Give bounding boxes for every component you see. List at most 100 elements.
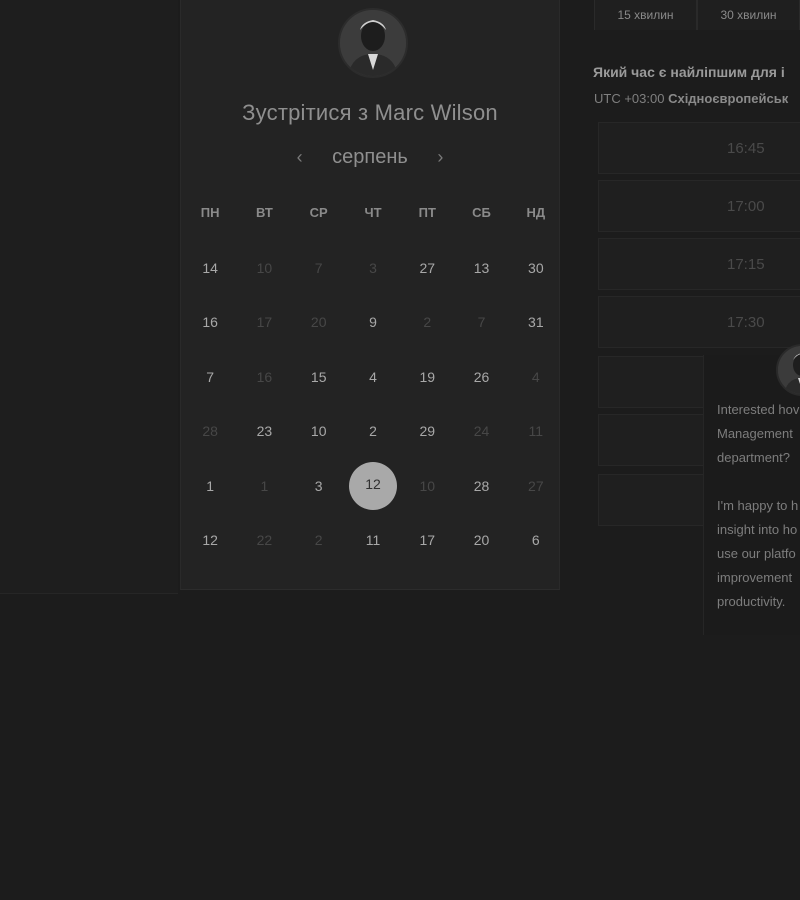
calendar-day[interactable]: 23 <box>237 408 291 454</box>
calendar-day[interactable]: 15 <box>292 354 346 400</box>
calendar-day-number: 13 <box>473 260 490 276</box>
calendar-day-selected[interactable]: 12 <box>346 463 400 509</box>
time-slot-button[interactable]: 17:15 <box>598 238 800 290</box>
calendar-day-number: 17 <box>419 531 436 548</box>
weekday-label: СБ <box>472 205 491 220</box>
weekday-label: ЧТ <box>364 205 382 220</box>
weekday-label: ВТ <box>256 205 273 220</box>
calendar-day-number: 12 <box>202 531 218 548</box>
calendar-day-number: 27 <box>528 477 544 494</box>
calendar-day[interactable]: 3 <box>292 463 346 509</box>
calendar-day-number: 28 <box>473 477 490 494</box>
person-icon <box>778 346 800 394</box>
chat-line: use our platfo <box>717 546 796 561</box>
calendar-day[interactable]: 10 <box>292 408 346 454</box>
calendar-day[interactable]: 1 <box>183 463 237 509</box>
time-slot-label: 17:00 <box>727 197 765 215</box>
calendar-day: 20 <box>292 299 346 345</box>
calendar-day-number: 6 <box>531 531 540 548</box>
month-label: серпень <box>332 146 408 168</box>
calendar-day-number: 30 <box>528 260 544 276</box>
chat-message-text: Interested hov Management department? I'm h… <box>717 398 800 614</box>
timezone-name: Східноєвропейськ <box>668 91 789 106</box>
calendar-day[interactable]: 11 <box>346 517 400 563</box>
weekday-label: НД <box>526 205 546 220</box>
time-slot-label: 16:45 <box>727 139 765 157</box>
time-slot-button[interactable]: 17:30 <box>598 296 800 348</box>
time-question-heading: Який час є найліпшим для і <box>593 64 785 80</box>
calendar-day-number: 3 <box>314 477 323 494</box>
calendar-day[interactable]: 13 <box>454 245 508 291</box>
weekday-label: СР <box>309 205 328 220</box>
calendar-day-number: 15 <box>310 368 327 385</box>
weekday-header: ПН ВТ СР ЧТ ПТ СБ НД <box>183 205 563 220</box>
calendar-day-number: 1 <box>260 477 269 494</box>
duration-option[interactable]: 30 хвилин <box>697 0 800 30</box>
calendar-day-number: 4 <box>369 368 377 385</box>
calendar-day-number: 7 <box>314 260 323 276</box>
chevron-left-icon[interactable]: ‹ <box>287 147 313 168</box>
calendar-day-number: 31 <box>528 314 544 331</box>
chat-line: Interested hov <box>717 402 800 417</box>
chevron-right-icon[interactable]: › <box>427 147 453 168</box>
calendar-day[interactable]: 28 <box>454 463 508 509</box>
calendar-day: 2 <box>400 299 454 345</box>
calendar-day[interactable]: 16 <box>183 299 237 345</box>
weekday-label: ПН <box>200 205 220 220</box>
meeting-title: Зустрітися з Marc Wilson <box>242 100 498 125</box>
calendar-day: 4 <box>509 354 563 400</box>
calendar-day[interactable]: 7 <box>183 354 237 400</box>
calendar-grid: 14 10 7 3 27 13 30 16 17 20 9 2 7 31 7 16 15 4 19 26 4 28 23 10… <box>183 245 563 571</box>
calendar-day-number: 22 <box>256 531 273 548</box>
calendar-day[interactable]: 30 <box>509 245 563 291</box>
timezone-offset: UTC +03:00 <box>594 91 665 106</box>
month-navigation: ‹ серпень › <box>181 146 559 169</box>
calendar-day[interactable]: 12 <box>183 517 237 563</box>
calendar-day[interactable]: 19 <box>400 354 454 400</box>
calendar-day: 7 <box>292 245 346 291</box>
calendar-day-number: 16 <box>202 314 218 331</box>
person-icon <box>340 10 406 76</box>
time-slot-button[interactable]: 16:45 <box>598 122 800 174</box>
time-slot-button[interactable]: 17:00 <box>598 180 800 232</box>
calendar-day-number: 1 <box>206 477 215 494</box>
calendar-day-number: 3 <box>369 260 377 276</box>
calendar-day[interactable]: 27 <box>400 245 454 291</box>
scheduler-panel: Зустрітися з Marc Wilson ‹ серпень › ПН В… <box>180 0 560 590</box>
calendar-day: 3 <box>346 245 400 291</box>
calendar-day-number: 10 <box>256 260 273 276</box>
calendar-day[interactable]: 14 <box>183 245 237 291</box>
calendar-day[interactable]: 26 <box>454 354 508 400</box>
calendar-day: 7 <box>454 299 508 345</box>
calendar-day-number: 2 <box>423 314 432 331</box>
calendar-day-number: 29 <box>419 423 436 440</box>
calendar-day-number: 14 <box>202 260 218 276</box>
calendar-day: 2 <box>292 517 346 563</box>
timezone-label[interactable]: UTC +03:00 Східноєвропейськ <box>594 91 800 106</box>
chat-paragraph-gap <box>717 470 800 494</box>
calendar-day[interactable]: 2 <box>346 408 400 454</box>
chat-line: insight into ho <box>717 522 798 537</box>
calendar-day[interactable]: 6 <box>509 517 563 563</box>
calendar-day-number: 4 <box>531 368 540 385</box>
calendar-day[interactable]: 17 <box>400 517 454 563</box>
chat-line: department? <box>717 450 790 465</box>
calendar-day-number: 24 <box>473 423 490 440</box>
calendar-day[interactable]: 4 <box>346 354 400 400</box>
duration-option[interactable]: 15 хвилин <box>594 0 697 30</box>
calendar-day: 10 <box>400 463 454 509</box>
calendar-day-number: 27 <box>419 260 436 276</box>
calendar-day: 27 <box>509 463 563 509</box>
calendar-day-number: 2 <box>369 423 377 440</box>
calendar-day[interactable]: 31 <box>509 299 563 345</box>
calendar-day: 1 <box>237 463 291 509</box>
calendar-day[interactable]: 9 <box>346 299 400 345</box>
calendar-week-row: 14 10 7 3 27 13 30 <box>183 245 563 299</box>
calendar-day-number: 20 <box>473 531 490 548</box>
calendar-week-row: 12 22 2 11 17 20 6 <box>183 517 563 571</box>
calendar-day-number: 10 <box>419 477 436 494</box>
calendar-day-number: 20 <box>310 314 327 331</box>
calendar-day[interactable]: 20 <box>454 517 508 563</box>
calendar-day[interactable]: 29 <box>400 408 454 454</box>
calendar-day-number: 28 <box>202 423 218 440</box>
